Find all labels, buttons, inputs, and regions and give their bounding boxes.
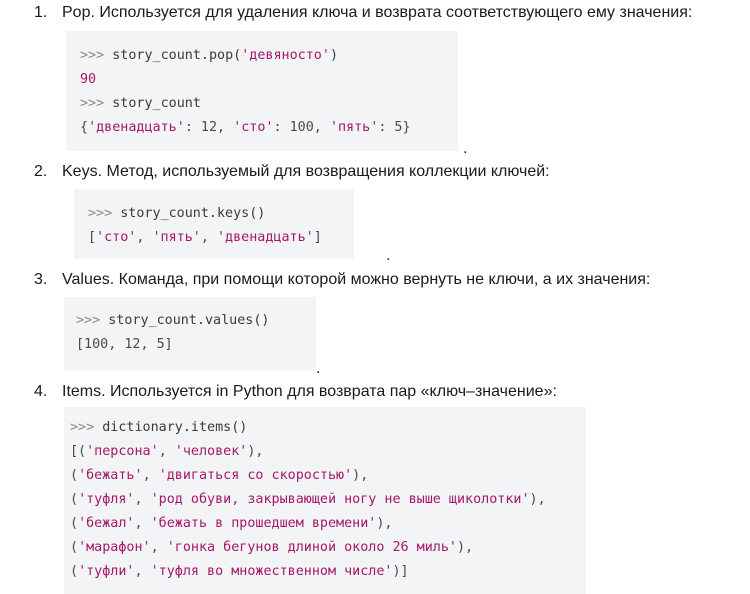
code-token: 'пять' <box>329 120 379 135</box>
code-token: ( <box>70 468 79 483</box>
code-token: [100, 12, 5] <box>76 337 173 352</box>
code-token: 'девяносто' <box>241 48 330 63</box>
code-token: , <box>200 230 217 245</box>
code-line: {'двенадцать': 12, 'сто': 100, 'пять': 5… <box>80 116 458 140</box>
code-token: story_count.keys() <box>120 206 266 221</box>
code-token: [( <box>70 444 87 459</box>
trailing-period: . <box>463 140 468 157</box>
code-token: story_count.values() <box>108 313 270 328</box>
code-token: >>> <box>80 48 113 63</box>
code-token: ), <box>247 444 264 459</box>
code-token: 'двенадцать' <box>217 230 314 245</box>
trailing-period: . <box>316 360 321 377</box>
code-token: >>> <box>70 420 103 435</box>
code-token: : 12, <box>184 120 234 135</box>
code-block: >>> story_count.keys() ['сто', 'пять', 'д… <box>74 189 354 259</box>
code-token: story_count <box>112 96 201 111</box>
code-token: 'туфля' <box>78 492 135 507</box>
code-token: ( <box>70 540 79 555</box>
code-token: 'двигаться со скоростью' <box>158 468 353 483</box>
code-token: ), <box>376 516 393 531</box>
list-item-text: Values. Команда, при помощи которой можн… <box>62 271 651 288</box>
code-token: 'пять' <box>152 230 201 245</box>
code-line: [('персона', 'человек'), <box>70 440 586 464</box>
code-block: >>> story_count.pop('девяносто') 90 >>> st… <box>66 31 458 151</box>
code-line: >>> story_count.pop('девяносто') <box>80 44 458 68</box>
code-token: ] <box>313 230 322 245</box>
code-token: >>> <box>76 313 109 328</box>
code-token: 'бежал' <box>78 516 135 531</box>
code-token: )] <box>392 564 409 579</box>
code-token: dictionary.items() <box>102 420 248 435</box>
code-token: , <box>142 468 159 483</box>
list-item-text: Keys. Метод, используемый для возвращени… <box>62 163 550 180</box>
code-token: 'бежать' <box>78 468 143 483</box>
code-block: >>> story_count.values() [100, 12, 5] <box>64 297 316 371</box>
code-token: ), <box>456 540 474 555</box>
code-line: ('бежал', 'бежать в прошедшем времени'), <box>70 512 586 536</box>
code-line: ['сто', 'пять', 'двенадцать'] <box>88 226 354 250</box>
code-token: 'двенадцать' <box>88 120 185 135</box>
code-line: 90 <box>80 68 458 92</box>
code-token: { <box>80 120 89 135</box>
code-token: , <box>150 540 167 555</box>
code-token: ( <box>70 516 79 531</box>
code-token: 'туфли' <box>78 564 135 579</box>
list-item-text: Pop. Используется для удаления ключа и в… <box>62 4 693 21</box>
code-token: , <box>158 444 175 459</box>
code-block: >>> dictionary.items() [('персона', 'чело… <box>64 407 586 594</box>
list-item-number: 3. <box>34 271 48 288</box>
code-token: 'бежать в прошедшем времени' <box>150 516 377 531</box>
code-line: >>> story_count.values() <box>76 309 316 333</box>
code-token: 'род обуви, закрывающей ногу не выше щик… <box>150 492 530 507</box>
code-token: , <box>134 492 151 507</box>
code-token: 90 <box>80 72 97 87</box>
code-token: : 5} <box>378 120 411 135</box>
code-line: ('марафон', 'гонка бегунов длиной около … <box>70 536 586 560</box>
code-line: [100, 12, 5] <box>76 333 316 357</box>
code-token: ), <box>352 468 369 483</box>
list-item-number: 1. <box>34 4 48 21</box>
code-line: >>> dictionary.items() <box>70 416 586 440</box>
code-token: 'туфля во множественном числе' <box>150 564 393 579</box>
code-line: ('туфля', 'род обуви, закрывающей ногу н… <box>70 488 586 512</box>
list-item-text: Items. Используется in Python для возвра… <box>62 383 557 400</box>
code-token: , <box>134 564 151 579</box>
code-token: 'марафон' <box>78 540 151 555</box>
code-line: >>> story_count <box>80 92 458 116</box>
code-token: , <box>136 230 153 245</box>
code-token: story_count.pop( <box>112 48 242 63</box>
code-token: ) <box>329 48 338 63</box>
list-item-number: 2. <box>34 163 48 180</box>
code-token: : 100, <box>273 120 330 135</box>
code-token: >>> <box>80 96 113 111</box>
code-line: ('бежать', 'двигаться со скоростью'), <box>70 464 586 488</box>
code-line: ('туфли', 'туфля во множественном числе'… <box>70 560 586 584</box>
code-token: 'персона' <box>86 444 159 459</box>
code-token: [ <box>88 230 97 245</box>
code-token: , <box>134 516 151 531</box>
trailing-period: . <box>386 247 391 264</box>
code-token: ( <box>70 492 79 507</box>
code-token: 'сто' <box>233 120 274 135</box>
code-token: ( <box>70 564 79 579</box>
code-line: >>> story_count.keys() <box>88 202 354 226</box>
code-token: >>> <box>88 206 121 221</box>
list-item-number: 4. <box>34 383 48 400</box>
code-token: 'человек' <box>174 444 248 459</box>
code-token: 'сто' <box>96 230 137 245</box>
code-token: ), <box>529 492 546 507</box>
code-token: 'гонка бегунов длиной около 26 миль' <box>166 540 457 555</box>
